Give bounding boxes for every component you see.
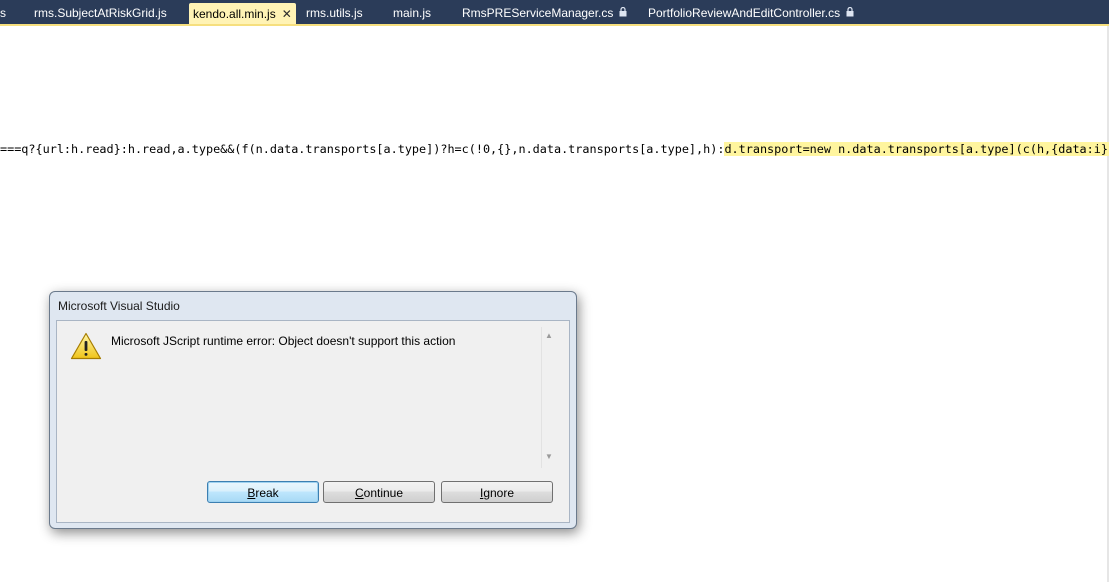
tab-label: RmsPREServiceManager.cs [462, 6, 614, 20]
message-scrollbar[interactable]: ▲ ▼ [541, 327, 556, 468]
tab-kendo-all-min[interactable]: kendo.all.min.js ✕ [189, 3, 296, 26]
code-text: ===q?{url:h.read}:h.read,a.type&&(f(n.da… [0, 142, 725, 156]
tab-label: rms.utils.js [306, 6, 363, 20]
dialog-body: Microsoft JScript runtime error: Object … [56, 320, 570, 523]
document-tab-strip: s rms.SubjectAtRiskGrid.js kendo.all.min… [0, 0, 1109, 26]
scroll-down-icon[interactable]: ▼ [545, 452, 553, 461]
ignore-button[interactable]: Ignore [441, 481, 553, 503]
lock-icon [616, 6, 627, 20]
tab-portfolio-review-controller[interactable]: PortfolioReviewAndEditController.cs [648, 3, 854, 24]
break-label-rest: reak [255, 486, 279, 500]
close-icon[interactable]: ✕ [282, 3, 292, 26]
scroll-up-icon[interactable]: ▲ [545, 331, 553, 340]
break-button[interactable]: Break [207, 481, 319, 503]
tab-label: main.js [393, 6, 432, 20]
tab-main[interactable]: main.js [393, 3, 431, 24]
tab-partial[interactable]: s [0, 3, 6, 24]
message-area: Microsoft JScript runtime error: Object … [103, 327, 553, 468]
continue-mnemonic: C [354, 486, 364, 500]
error-dialog: Microsoft Visual Studio Microsoft JScrip… [49, 291, 577, 529]
lock-icon [843, 6, 854, 20]
code-line: ===q?{url:h.read}:h.read,a.type&&(f(n.da… [0, 141, 1109, 158]
error-message: Microsoft JScript runtime error: Object … [111, 334, 456, 348]
dialog-title: Microsoft Visual Studio [58, 299, 180, 313]
ignore-label-rest: gnore [483, 486, 515, 500]
continue-button[interactable]: Continue [323, 481, 435, 503]
tab-label: kendo.all.min.js [193, 7, 276, 21]
warning-icon [70, 332, 102, 360]
continue-label-rest: ontinue [363, 486, 404, 500]
tab-rms-subject-at-risk-grid[interactable]: rms.SubjectAtRiskGrid.js [34, 3, 167, 24]
tab-rms-utils[interactable]: rms.utils.js [306, 3, 363, 24]
tab-label: rms.SubjectAtRiskGrid.js [34, 6, 167, 20]
tab-rms-pre-service-manager[interactable]: RmsPREServiceManager.cs [462, 3, 627, 24]
current-statement-highlight: d.transport=new n.data.transports[a.type… [724, 142, 1109, 156]
tab-label: s [0, 6, 6, 20]
tab-label: PortfolioReviewAndEditController.cs [648, 6, 841, 20]
